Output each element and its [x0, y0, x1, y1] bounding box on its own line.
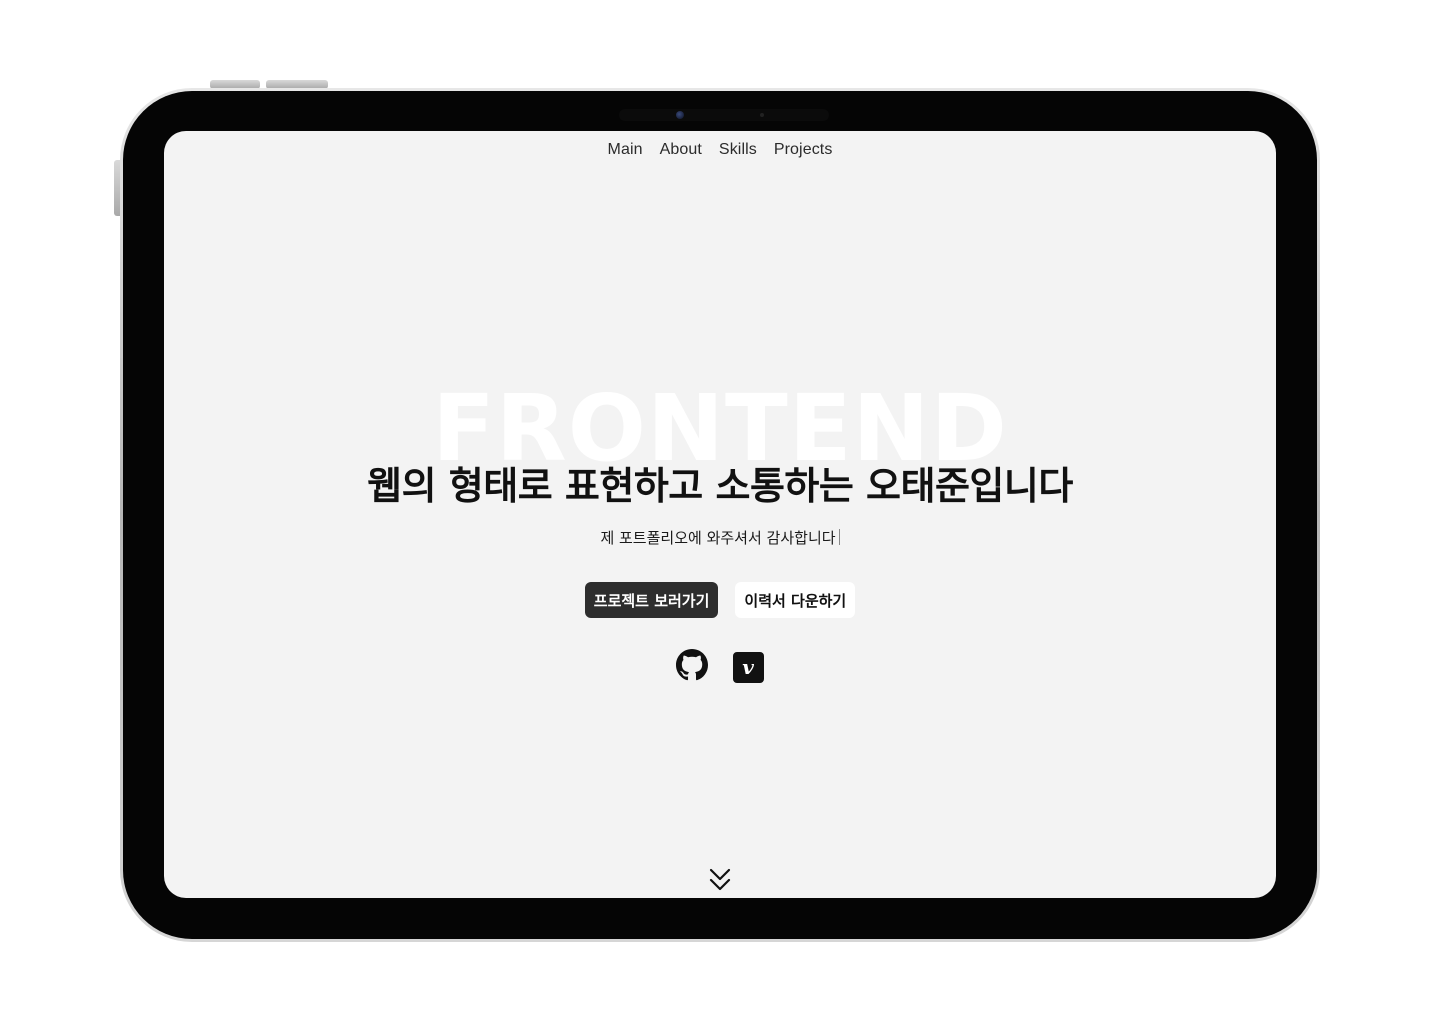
hero-headline: 웹의 형태로 표현하고 소통하는 오태준입니다	[367, 464, 1073, 508]
nav-item-skills[interactable]: Skills	[719, 141, 757, 159]
hero-subline: 제 포트폴리오에 와주셔서 감사합니다	[164, 527, 1276, 548]
github-icon	[676, 649, 708, 685]
nav-item-main[interactable]: Main	[608, 141, 643, 159]
view-projects-button[interactable]: 프로젝트 보러가기	[584, 582, 719, 618]
top-nav: Main About Skills Projects	[164, 141, 1276, 159]
social-links: v	[164, 649, 1276, 685]
nav-item-about[interactable]: About	[660, 141, 702, 159]
typing-caret	[838, 529, 840, 545]
nav-item-projects[interactable]: Projects	[774, 141, 833, 159]
screen: Main About Skills Projects FRONTEND 웹의 형…	[164, 131, 1276, 898]
device-mockup: Main About Skills Projects FRONTEND 웹의 형…	[0, 0, 1440, 1029]
download-resume-button[interactable]: 이력서 다운하기	[735, 582, 856, 618]
sensor-bar	[619, 109, 829, 121]
sensor-dot	[760, 113, 764, 117]
hero-actions: 프로젝트 보러가기 이력서 다운하기	[164, 582, 1276, 618]
hero-subline-text: 제 포트폴리오에 와주셔서 감사합니다	[600, 529, 836, 547]
velog-icon: v	[732, 651, 764, 683]
double-chevron-down-icon	[708, 867, 732, 897]
scroll-down-button[interactable]	[704, 868, 736, 896]
github-link[interactable]	[676, 649, 708, 685]
velog-link[interactable]: v	[732, 651, 764, 683]
camera-icon	[676, 111, 684, 119]
